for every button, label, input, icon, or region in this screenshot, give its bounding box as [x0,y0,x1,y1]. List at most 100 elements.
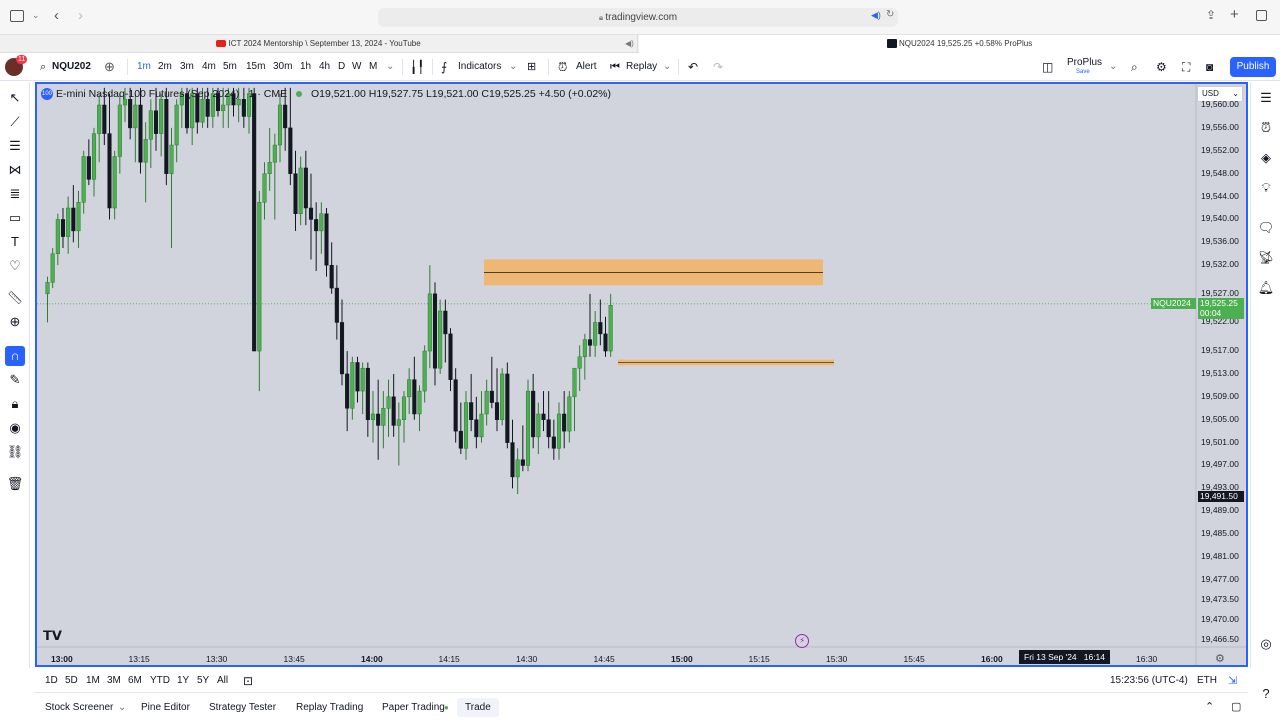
back-icon[interactable]: ‹ [54,7,59,24]
chevron-down-icon[interactable]: ⌄ [118,695,126,720]
chart-pane[interactable]: 100 E-mini Nasdaq-100 Futures (Sep 2024) … [35,82,1248,667]
range-3m[interactable]: 3M [107,669,121,693]
chevron-down-icon[interactable]: ⌄ [32,10,40,21]
plan-label[interactable]: ProPlus [1067,57,1102,68]
question-icon[interactable]: ? [1256,684,1276,704]
legend-title[interactable]: E-mini Nasdaq-100 Futures (Sep 2024) · 1… [56,88,287,100]
panel-pine-editor[interactable]: Pine Editor [141,695,190,720]
trash-icon[interactable]: 🗑︎ [5,474,25,494]
range-1m[interactable]: 1M [86,669,100,693]
ideas-icon[interactable]: 💡︎ [1256,178,1276,198]
broadcast-icon[interactable]: 📡︎ [1256,248,1276,268]
heart-icon[interactable]: ♡ [5,256,25,276]
eye-icon[interactable]: ◉ [5,418,25,438]
panel-stock-screener[interactable]: Stock Screener [45,695,113,720]
alerts-icon[interactable]: ⏰︎ [1256,118,1276,138]
gear-icon[interactable]: ⚙ [1156,53,1167,81]
chat-icon[interactable]: 🗨︎ [1256,218,1276,238]
bell-icon[interactable]: 🔔︎ [1256,278,1276,298]
panel-strategy-tester[interactable]: Strategy Tester [209,695,276,720]
maximize-icon[interactable]: ▢ [1231,695,1241,720]
horizontal-lines-icon[interactable]: ☰ [5,136,25,156]
chevron-down-icon[interactable]: ⌄ [386,53,394,81]
range-5d[interactable]: 5D [65,669,78,693]
lock-icon[interactable]: 🔒︎ [5,394,25,414]
alert-icon[interactable]: ⏰︎ [558,53,567,81]
speaker-icon[interactable]: ◀︎) [871,10,881,21]
undo-icon[interactable]: ↶ [688,53,698,81]
collapse-icon[interactable]: ⌃ [1205,695,1214,720]
range-1y[interactable]: 1Y [177,669,189,693]
redo-icon[interactable]: ↷ [713,53,723,81]
interval-d[interactable]: D [338,53,345,81]
tab-youtube[interactable]: ICT 2024 Mentorship \ September 13, 2024… [0,35,638,53]
mute-icon[interactable]: ◀︎) [625,35,634,53]
text-icon[interactable]: T [5,232,25,252]
chevron-down-icon[interactable]: ⌄ [509,53,517,81]
interval-15m[interactable]: 15m [246,53,265,81]
interval-3m[interactable]: 3m [180,53,194,81]
target-icon[interactable]: ◎ [1256,634,1276,654]
interval-1m[interactable]: 1m [137,53,151,81]
zoom-in-icon[interactable]: ⊕ [5,312,25,332]
compare-icon[interactable]: ⊕ [104,53,115,81]
range-6m[interactable]: 6M [128,669,142,693]
chevron-down-icon[interactable]: ⌄ [1109,53,1117,81]
chart-canvas[interactable] [37,84,1246,665]
camera-icon[interactable]: ◙ [1206,53,1213,81]
replay-icon[interactable]: ⏮︎ [610,53,620,81]
interval-4m[interactable]: 4m [202,53,216,81]
interval-1h[interactable]: 1h [300,53,311,81]
range-ytd[interactable]: YTD [150,669,170,693]
new-tab-icon[interactable]: + [1230,6,1239,23]
magnet-icon[interactable]: ∩ [5,346,25,366]
reload-icon[interactable]: ↻ [886,9,894,20]
panel-trade[interactable]: Trade [457,698,499,717]
publish-button[interactable]: Publish [1230,57,1276,77]
cursor-icon[interactable]: ↖ [5,88,25,108]
session-toggle[interactable]: ETH [1197,669,1217,693]
indicators-icon[interactable]: ⨍ [441,53,447,81]
chart-type-icon[interactable]: ╽╿ [410,53,424,81]
tabs-overview-icon[interactable] [1256,10,1267,21]
layouts-icon[interactable]: ⊞ [527,53,536,81]
quick-search-icon[interactable]: ⌕ [1131,53,1138,81]
fullscreen-icon[interactable]: ⛶ [1182,53,1190,81]
indicators-button[interactable]: Indicators [458,53,501,81]
goto-date-icon[interactable]: ⊡ [243,669,253,693]
forward-icon[interactable]: › [78,7,83,24]
fib-icon[interactable]: ≣ [5,184,25,204]
interval-w[interactable]: W [352,53,361,81]
trend-line-icon[interactable]: ⟋ [5,112,25,132]
link-icon[interactable]: ⛓︎ [5,442,25,462]
sidebar-toggle-icon[interactable] [10,10,24,22]
interval-2m[interactable]: 2m [158,53,172,81]
chevron-down-icon[interactable]: ⌄ [663,53,671,81]
watchlist-icon[interactable]: ☰ [1256,88,1276,108]
symbol-search[interactable]: NQU202 [52,53,91,81]
range-1d[interactable]: 1D [45,669,58,693]
layers-icon[interactable]: ◈ [1256,148,1276,168]
lightning-icon[interactable]: ⚡︎ [795,634,809,648]
rectangle-icon[interactable]: ▭ [5,208,25,228]
interval-5m[interactable]: 5m [223,53,237,81]
tab-tradingview[interactable]: NQU2024 19,525.25 +0.58% ProPlus [639,35,1280,53]
interval-m[interactable]: M [369,53,377,81]
search-icon[interactable]: ⌕ [40,53,46,81]
layout-split-icon[interactable]: ◫ [1042,53,1053,81]
interval-30m[interactable]: 30m [273,53,292,81]
adjust-icon[interactable]: ⇲ [1228,669,1237,693]
pencil-lock-icon[interactable]: ✎ [5,370,25,390]
range-5y[interactable]: 5Y [197,669,209,693]
alert-button[interactable]: Alert [576,53,597,81]
pattern-icon[interactable]: ⋈ [5,160,25,180]
time-axis-settings-icon[interactable]: ⚙ [1215,652,1225,665]
clock-display[interactable]: 15:23:56 (UTC-4) [1110,669,1188,693]
share-icon[interactable]: ⇪ [1206,8,1216,22]
range-all[interactable]: All [217,669,228,693]
replay-button[interactable]: Replay [626,53,657,81]
panel-paper-trading[interactable]: Paper Trading [382,695,445,720]
panel-replay-trading[interactable]: Replay Trading [296,695,363,720]
interval-4h[interactable]: 4h [319,53,330,81]
ruler-icon[interactable]: 📏︎ [5,288,25,308]
